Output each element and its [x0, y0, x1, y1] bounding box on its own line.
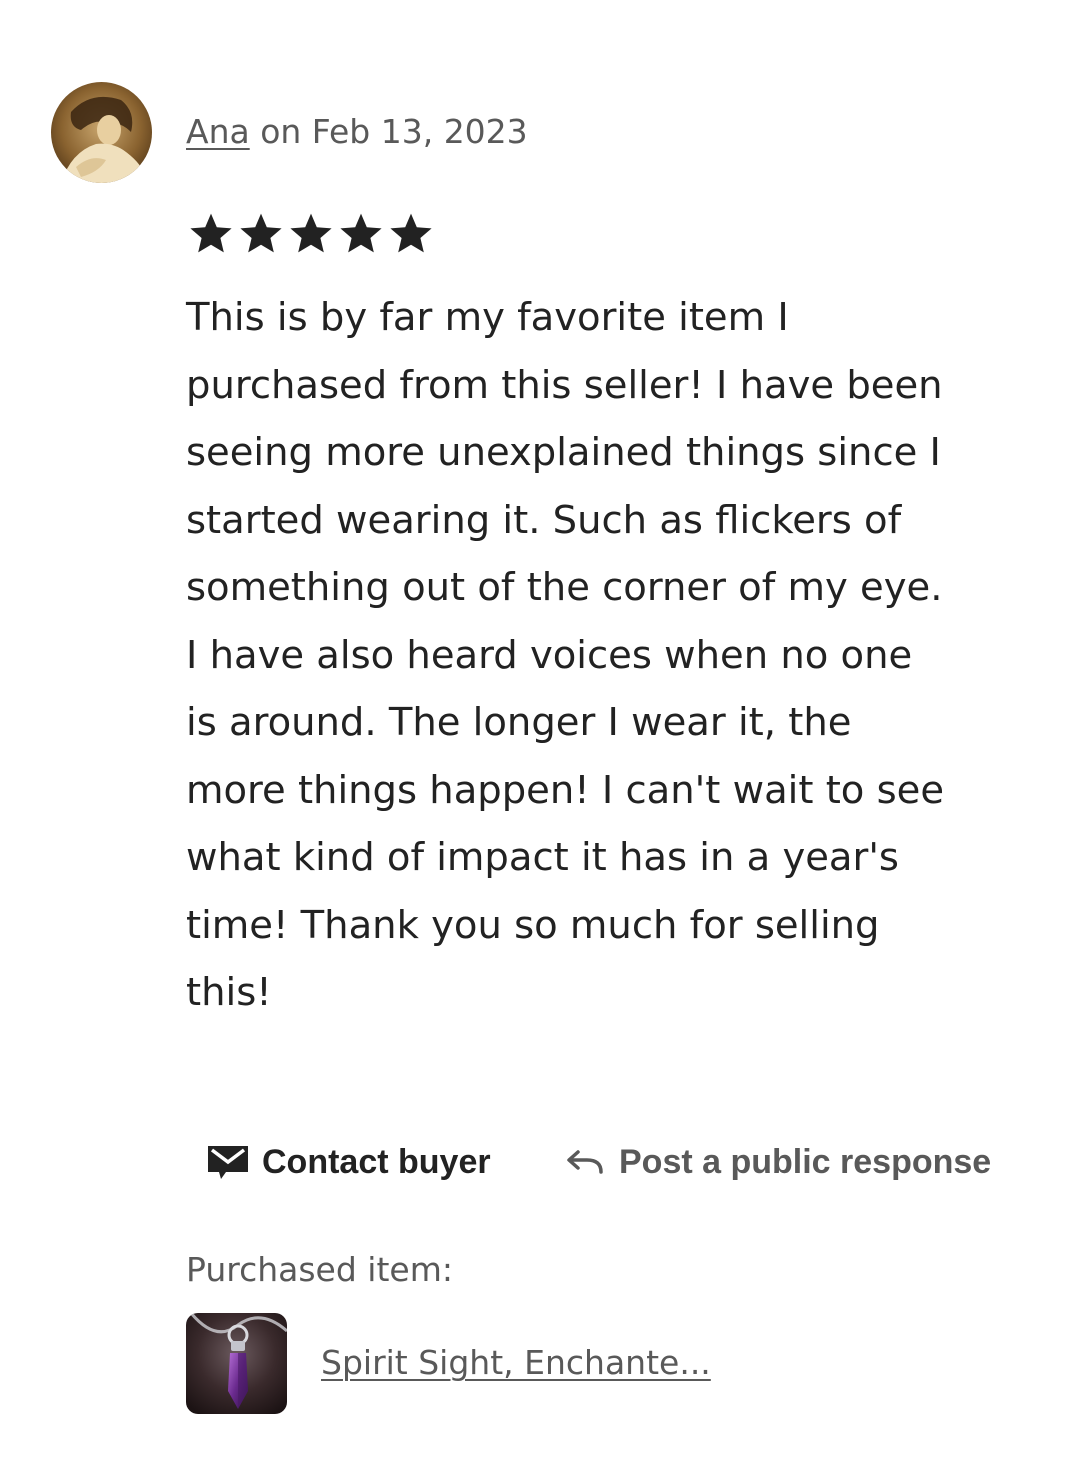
reviewer-avatar[interactable] [51, 82, 152, 183]
star-icon [190, 213, 232, 253]
reply-arrow-icon [563, 1142, 607, 1182]
envelope-icon [206, 1142, 250, 1182]
contact-buyer-label: Contact buyer [262, 1142, 491, 1181]
review-text: This is by far my favorite item I purcha… [186, 295, 945, 1015]
post-public-response-button[interactable]: Post a public response [563, 1134, 991, 1190]
purchased-item-thumbnail[interactable] [186, 1313, 287, 1414]
contact-buyer-button[interactable]: Contact buyer [206, 1134, 491, 1190]
star-icon [290, 213, 332, 253]
review-date: on Feb 13, 2023 [249, 112, 528, 151]
star-icon [340, 213, 382, 253]
post-public-response-label: Post a public response [619, 1142, 992, 1181]
review-actions: Contact buyer Post a public response [0, 1134, 1080, 1190]
star-icon [240, 213, 282, 253]
purchased-item-link[interactable]: Spirit Sight, Enchante... [321, 1341, 711, 1385]
purchased-item-label: Purchased item: [186, 1250, 453, 1289]
star-rating [187, 210, 435, 258]
reviewer-name-link[interactable]: Ana [186, 112, 250, 151]
review-meta: Ana on Feb 13, 2023 [186, 110, 528, 154]
star-icon [390, 213, 432, 253]
